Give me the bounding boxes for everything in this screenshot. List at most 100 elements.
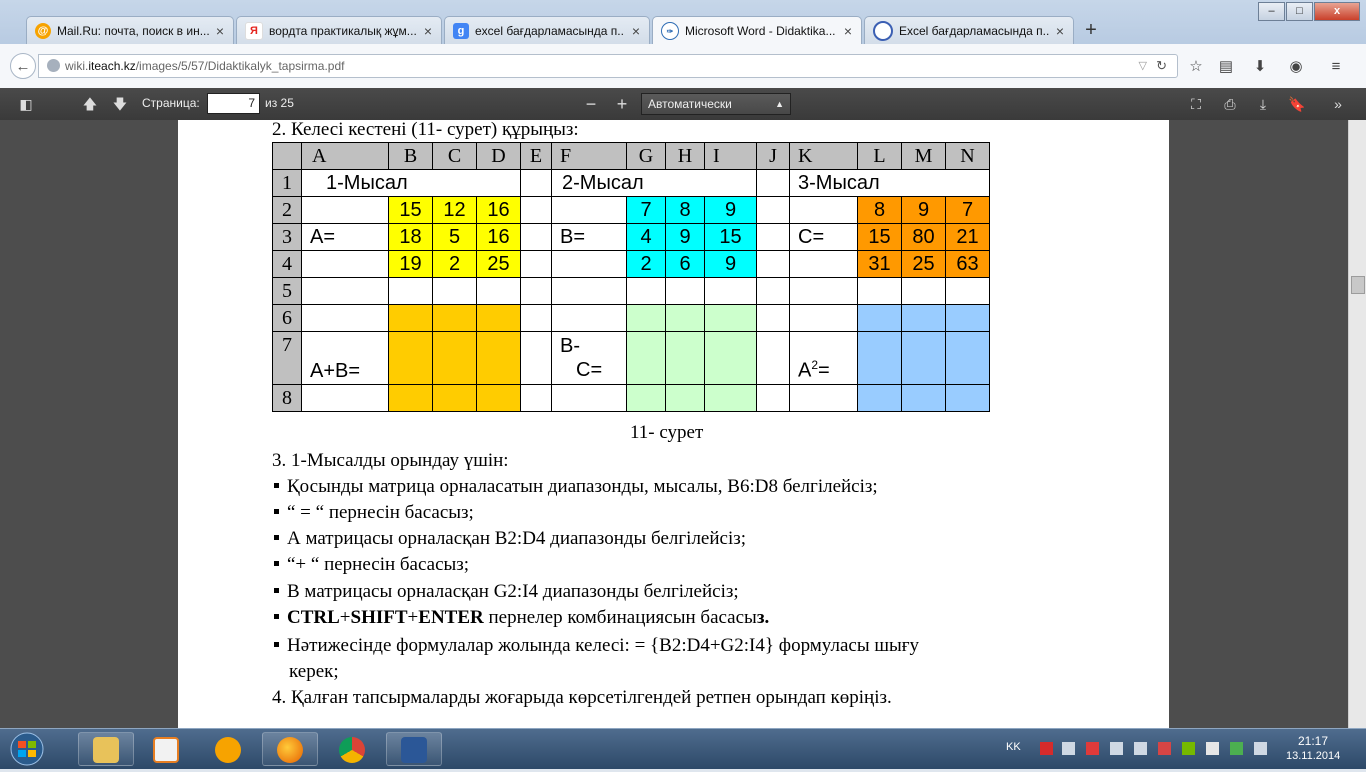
col-header: D <box>476 142 521 170</box>
bullet-item-bold: CTRL+SHIFT+ENTER пернелер комбинациясын … <box>274 607 769 629</box>
wifi-icon[interactable] <box>1230 742 1243 755</box>
chrome-icon[interactable] <box>324 732 380 766</box>
sidebar-toggle-icon[interactable]: ◧ <box>16 94 36 114</box>
firefox-icon[interactable] <box>262 732 318 766</box>
clock-date[interactable]: 13.11.2014 <box>1286 750 1340 762</box>
close-window-button[interactable]: x <box>1314 2 1360 21</box>
excel-table-figure: A B C D E F G H I J K L M N 1 1-Мысал 2-… <box>272 142 990 412</box>
task-4-heading: 4. Қалған тапсырмаларды жоғарыда көрсеті… <box>272 687 892 708</box>
bullet-icon <box>274 561 279 567</box>
new-tab-button[interactable]: + <box>1080 18 1102 42</box>
previous-page-icon[interactable]: 🡅 <box>80 94 100 114</box>
matrix-b-label: B= <box>551 223 627 251</box>
col-header: K <box>789 142 858 170</box>
flag-icon[interactable] <box>1158 742 1171 755</box>
matrix-a-cell: 12 <box>432 196 477 224</box>
tab-yandex[interactable]: Я вордта практикалық жұм... × <box>236 16 442 44</box>
result-sum-cell <box>432 384 477 412</box>
cell <box>551 304 627 332</box>
col-header: F <box>551 142 627 170</box>
network-icon[interactable] <box>1040 742 1053 755</box>
cell <box>388 277 433 305</box>
next-page-icon[interactable]: 🡇 <box>110 94 130 114</box>
reload-icon[interactable]: ↻ <box>1156 55 1167 77</box>
close-icon[interactable]: × <box>629 23 643 39</box>
keyboard-icon[interactable] <box>1110 742 1123 755</box>
download-icon[interactable]: ⤓ <box>1253 94 1273 114</box>
at-sign-icon <box>215 737 241 763</box>
matrix-c-cell: 15 <box>857 223 902 251</box>
close-icon[interactable]: × <box>421 23 435 39</box>
tools-chevron-icon[interactable]: » <box>1328 94 1348 114</box>
matrix-b-cell: 7 <box>626 196 666 224</box>
cell <box>789 250 858 278</box>
matrix-c-cell: 7 <box>945 196 990 224</box>
menu-icon[interactable]: ≡ <box>1326 57 1346 77</box>
bookmark-icon[interactable]: 🔖 <box>1287 94 1307 114</box>
window-icon[interactable] <box>1062 742 1075 755</box>
result-square-cell <box>945 304 990 332</box>
language-indicator[interactable]: KK <box>1006 741 1021 753</box>
result-sum-cell <box>476 331 521 385</box>
matrix-c-cell: 63 <box>945 250 990 278</box>
sync-icon[interactable]: ◉ <box>1286 57 1306 77</box>
browser-tab-bar: @ Mail.Ru: почта, поиск в ин... × Я ворд… <box>0 0 1366 45</box>
tab-mailru[interactable]: @ Mail.Ru: почта, поиск в ин... × <box>26 16 234 44</box>
tab-title: Mail.Ru: почта, поиск в ин... <box>57 23 209 38</box>
cell <box>857 277 902 305</box>
fullscreen-icon[interactable]: ⛶ <box>1186 94 1206 114</box>
display-icon[interactable] <box>1134 742 1147 755</box>
cell <box>551 250 627 278</box>
volume-icon[interactable] <box>1254 742 1267 755</box>
zoom-in-button[interactable]: + <box>612 94 632 114</box>
col-header: N <box>945 142 990 170</box>
close-icon[interactable]: × <box>841 23 855 39</box>
media-player-icon[interactable] <box>138 732 194 766</box>
result-diff-cell <box>665 304 705 332</box>
clock-time[interactable]: 21:17 <box>1298 734 1328 748</box>
system-tray: KK 21:17 13.11.2014 <box>1000 729 1366 769</box>
address-bar[interactable]: wiki.iteach.kz/images/5/57/Didaktikalyk_… <box>38 54 1178 78</box>
pdf-page: 2. Келесі кестені (11- сурет) құрыңыз: A… <box>178 120 1169 728</box>
row-number: 2 <box>272 196 302 224</box>
matrix-a-cell: 2 <box>432 250 477 278</box>
matrix-a-cell: 16 <box>476 196 521 224</box>
maximize-button[interactable]: □ <box>1286 2 1313 21</box>
reading-list-icon[interactable]: ▤ <box>1216 57 1236 77</box>
bullet-text-bold: з. <box>756 607 770 628</box>
close-icon[interactable]: × <box>1053 23 1067 39</box>
scrollbar-thumb[interactable] <box>1351 276 1365 294</box>
zoom-select[interactable]: Автоматически ▲ <box>641 93 791 115</box>
zoom-out-button[interactable]: − <box>581 94 601 114</box>
antivirus-icon[interactable] <box>1086 742 1099 755</box>
nvidia-icon[interactable] <box>1182 742 1195 755</box>
table-row-7: 7 A+B= B- C= A2= <box>272 331 990 385</box>
result-square-cell <box>945 384 990 412</box>
matrix-b-cell: 9 <box>665 223 705 251</box>
matrix-c-cell: 8 <box>857 196 902 224</box>
downloads-icon[interactable]: ⬇ <box>1250 57 1270 77</box>
close-icon[interactable]: × <box>213 23 227 39</box>
minimize-button[interactable]: – <box>1258 2 1285 21</box>
matrix-b-cell: 8 <box>665 196 705 224</box>
bullet-item: А матрицасы орналасқан B2:D4 диапазонды … <box>274 528 746 550</box>
mailru-agent-icon[interactable] <box>200 732 256 766</box>
matrix-a-cell: 16 <box>476 223 521 251</box>
back-button[interactable]: ← <box>10 53 36 79</box>
folder-icon <box>93 737 119 763</box>
history-dropdown-icon[interactable]: ▽ <box>1139 55 1147 77</box>
print-icon[interactable]: ⎙ <box>1220 94 1240 114</box>
row-number: 3 <box>272 223 302 251</box>
table-row-6: 6 <box>272 304 990 332</box>
url-domain: iteach.kz <box>88 59 136 73</box>
explorer-icon[interactable] <box>78 732 134 766</box>
tab-google[interactable]: g excel бағдарламасында п... × <box>444 16 650 44</box>
vertical-scrollbar[interactable] <box>1348 120 1366 728</box>
word-icon[interactable] <box>386 732 442 766</box>
tab-pdf-active[interactable]: ✑ Microsoft Word - Didaktika... × <box>652 16 862 45</box>
page-number-input[interactable]: 7 <box>207 93 260 114</box>
tab-excel[interactable]: Excel бағдарламасында п... × <box>864 16 1074 44</box>
battery-icon[interactable] <box>1206 742 1219 755</box>
start-button[interactable] <box>4 731 50 767</box>
bookmark-star-icon[interactable]: ☆ <box>1186 57 1206 77</box>
